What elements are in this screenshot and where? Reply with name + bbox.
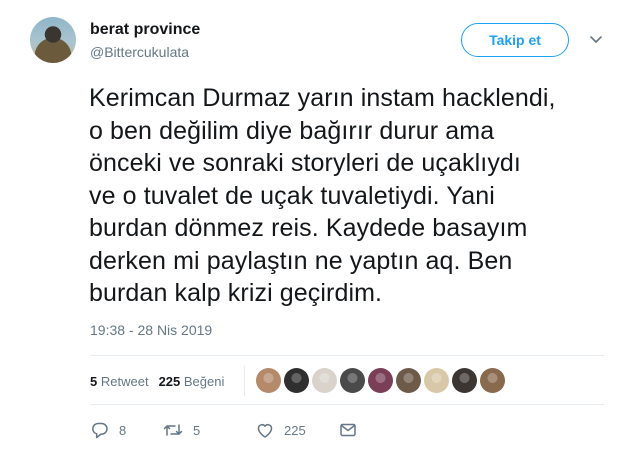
reply-button[interactable]: 8	[90, 420, 126, 440]
follow-button[interactable]: Takip et	[461, 23, 569, 57]
liker-avatar[interactable]	[424, 368, 449, 393]
reply-icon	[90, 420, 110, 440]
like-stat-label: Beğeni	[183, 374, 225, 389]
liker-avatars	[256, 368, 505, 393]
like-icon	[255, 420, 275, 440]
chevron-down-icon[interactable]	[588, 31, 604, 47]
reply-count: 8	[119, 422, 127, 438]
author-handle[interactable]: @Bittercukulata	[90, 44, 189, 60]
retweet-stat-count: 5	[90, 374, 98, 389]
liker-avatar[interactable]	[396, 368, 421, 393]
like-action-count: 225	[284, 422, 306, 438]
divider	[90, 404, 604, 405]
retweet-stat[interactable]: 5 Retweet	[90, 374, 149, 389]
liker-avatar[interactable]	[452, 368, 477, 393]
tweet-stats: 5 Retweet 225 Beğeni	[90, 374, 224, 389]
liker-avatar[interactable]	[480, 368, 505, 393]
divider	[90, 355, 604, 356]
retweet-icon	[162, 420, 184, 440]
author-avatar[interactable]	[30, 17, 76, 63]
direct-message-button[interactable]	[338, 420, 358, 440]
retweet-button[interactable]: 5	[162, 420, 200, 440]
like-stat-count: 225	[158, 374, 181, 389]
retweet-stat-label: Retweet	[100, 374, 149, 389]
tweet-timestamp[interactable]: 19:38 - 28 Nis 2019	[90, 322, 212, 338]
liker-avatar[interactable]	[312, 368, 337, 393]
direct-message-icon	[338, 420, 358, 440]
liker-avatar[interactable]	[340, 368, 365, 393]
author-display-name[interactable]: berat province	[90, 21, 200, 39]
liker-avatar[interactable]	[284, 368, 309, 393]
like-stat[interactable]: 225 Beğeni	[159, 374, 225, 389]
stats-separator	[244, 366, 245, 396]
like-button[interactable]: 225	[255, 420, 306, 440]
retweet-action-count: 5	[193, 422, 201, 438]
liker-avatar[interactable]	[256, 368, 281, 393]
tweet-text: Kerimcan Durmaz yarın instam hacklendi, …	[89, 84, 556, 307]
liker-avatar[interactable]	[368, 368, 393, 393]
